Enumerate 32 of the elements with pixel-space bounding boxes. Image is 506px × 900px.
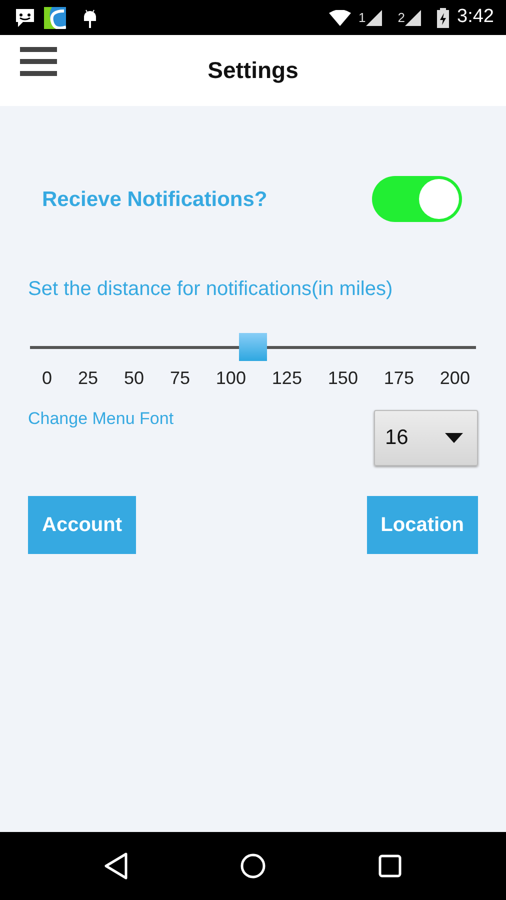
menu-button[interactable]: [20, 45, 58, 79]
setting-label: Recieve Notifications?: [42, 187, 268, 213]
tick-label: 125: [272, 367, 302, 390]
wifi-icon: [328, 10, 351, 26]
tick-label: 50: [124, 367, 144, 390]
tick-label: 200: [440, 367, 470, 390]
clock-time: 3:42: [457, 5, 494, 30]
sim-label: 2: [398, 8, 406, 27]
slider-thumb[interactable]: [239, 333, 267, 361]
nav-button[interactable]: Account: [28, 496, 136, 554]
home-icon[interactable]: [240, 853, 266, 879]
tick-label: 150: [328, 367, 358, 390]
signal-icon: [366, 10, 382, 26]
tick-label: 100: [216, 367, 246, 390]
page-title: Settings: [208, 56, 298, 86]
setting-label: Change Menu Font: [28, 408, 174, 430]
setting-label: Set the distance for notifications(in miles): [28, 277, 394, 302]
app-icon: [44, 6, 66, 28]
font-size-dropdown[interactable]: 16: [374, 410, 478, 466]
signal-icon: [405, 10, 422, 26]
nav-button[interactable]: Location: [366, 496, 478, 554]
tick-label: 25: [78, 367, 98, 390]
tick-label: 175: [384, 367, 414, 390]
recent-apps-icon[interactable]: [378, 854, 402, 878]
caret-icon: [445, 433, 463, 443]
tick-label: 75: [170, 367, 190, 390]
battery-icon: [437, 8, 450, 28]
back-icon[interactable]: [104, 852, 128, 880]
sim-label: 1: [358, 8, 366, 27]
tick-label: 0: [42, 367, 52, 390]
toggle-switch[interactable]: [372, 176, 462, 222]
message-icon: [14, 8, 36, 28]
